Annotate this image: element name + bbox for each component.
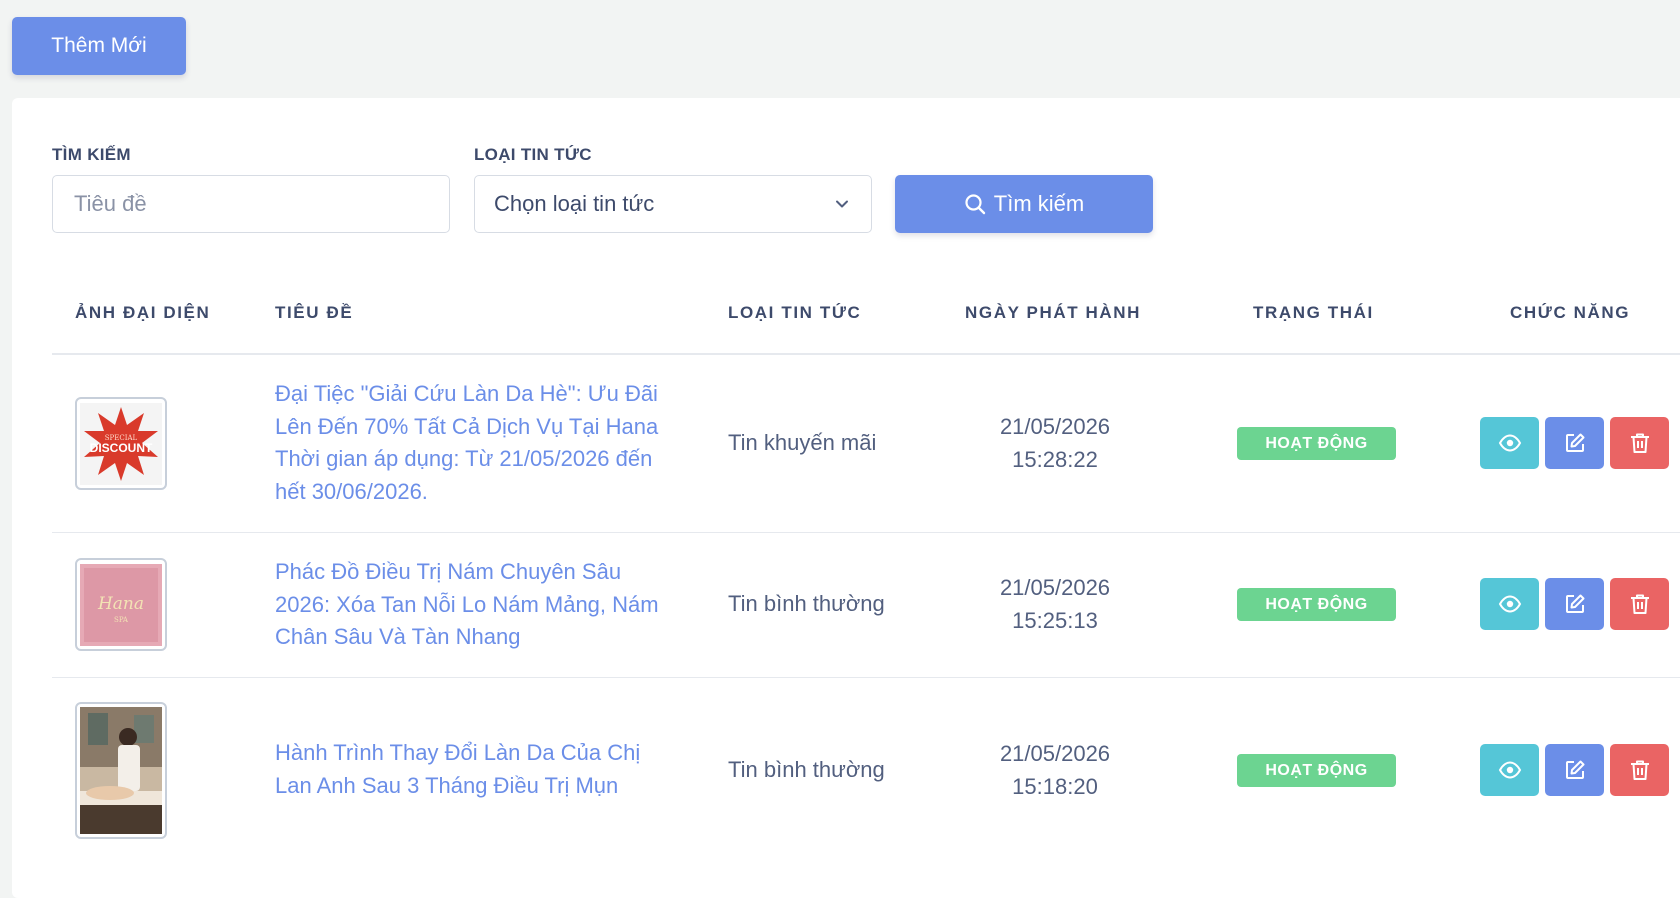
- news-thumbnail[interactable]: [75, 702, 167, 839]
- publish-datetime: 21/05/2026 15:28:22: [960, 411, 1150, 476]
- eye-icon: [1498, 434, 1521, 452]
- view-button[interactable]: [1480, 417, 1539, 469]
- news-thumbnail[interactable]: Hana SPA: [75, 558, 167, 651]
- thumb-text: SPA: [114, 616, 129, 624]
- status-badge: HOẠT ĐỘNG: [1237, 588, 1396, 621]
- search-button[interactable]: Tìm kiếm: [895, 175, 1153, 233]
- table-header-divider: [52, 353, 1680, 355]
- chevron-down-icon: [835, 197, 849, 211]
- news-category: Tin bình thường: [728, 757, 885, 782]
- thumb-text: Hana: [97, 594, 144, 614]
- spa-treatment-photo: [80, 707, 162, 834]
- publish-datetime: 21/05/2026 15:18:20: [960, 738, 1150, 803]
- delete-button[interactable]: [1610, 578, 1669, 630]
- delete-button[interactable]: [1610, 417, 1669, 469]
- hana-spa-image: Hana SPA: [80, 563, 162, 646]
- publish-time: 15:25:13: [1012, 607, 1098, 633]
- eye-icon: [1498, 595, 1521, 613]
- publish-datetime: 21/05/2026 15:25:13: [960, 572, 1150, 637]
- column-header-date: NGÀY PHÁT HÀNH: [965, 303, 1142, 322]
- status-badge: HOẠT ĐỘNG: [1237, 754, 1396, 787]
- edit-button[interactable]: [1545, 578, 1604, 630]
- category-select-value: Chọn loại tin tức: [494, 191, 655, 216]
- news-title-link[interactable]: Hành Trình Thay Đổi Làn Da Của Chị Lan A…: [275, 737, 675, 802]
- edit-icon: [1565, 594, 1584, 613]
- edit-icon: [1565, 433, 1584, 452]
- column-header-title: TIÊU ĐỀ: [275, 303, 354, 322]
- news-category: Tin bình thường: [728, 591, 885, 616]
- column-header-category: LOẠI TIN TỨC: [728, 303, 862, 322]
- row-divider: [52, 677, 1680, 678]
- news-title-link[interactable]: Đại Tiệc "Giải Cứu Làn Da Hè": Ưu Đãi Lê…: [275, 378, 675, 508]
- search-button-label: Tìm kiếm: [993, 191, 1085, 216]
- publish-date: 21/05/2026: [999, 741, 1111, 766]
- publish-date: 21/05/2026: [999, 414, 1111, 439]
- category-label: LOẠI TIN TỨC: [474, 145, 592, 164]
- add-new-button[interactable]: Thêm Mới: [12, 17, 186, 75]
- eye-icon: [1498, 761, 1521, 779]
- trash-icon: [1630, 760, 1649, 780]
- news-title-link[interactable]: Phác Đồ Điều Trị Nám Chuyên Sâu 2026: Xó…: [275, 556, 675, 654]
- view-button[interactable]: [1480, 744, 1539, 796]
- column-header-actions: CHỨC NĂNG: [1510, 303, 1631, 322]
- search-input[interactable]: [72, 190, 449, 218]
- publish-time: 15:18:20: [1012, 773, 1098, 799]
- edit-icon: [1565, 760, 1584, 779]
- column-header-thumbnail: ẢNH ĐẠI DIỆN: [75, 303, 211, 322]
- search-icon: [964, 193, 986, 215]
- search-label: TÌM KIẾM: [52, 145, 131, 164]
- column-header-status: TRẠNG THÁI: [1253, 303, 1374, 322]
- delete-button[interactable]: [1610, 744, 1669, 796]
- status-badge: HOẠT ĐỘNG: [1237, 427, 1396, 460]
- category-select[interactable]: Chọn loại tin tức: [474, 175, 872, 233]
- row-divider: [52, 532, 1680, 533]
- publish-date: 21/05/2026: [999, 575, 1111, 600]
- news-category: Tin khuyến mãi: [728, 430, 877, 455]
- edit-button[interactable]: [1545, 417, 1604, 469]
- publish-time: 15:28:22: [1012, 446, 1098, 472]
- news-thumbnail[interactable]: SPECIAL DISCOUNT: [75, 397, 167, 490]
- discount-badge-image: SPECIAL DISCOUNT: [80, 402, 162, 485]
- trash-icon: [1630, 594, 1649, 614]
- edit-button[interactable]: [1545, 744, 1604, 796]
- trash-icon: [1630, 433, 1649, 453]
- view-button[interactable]: [1480, 578, 1539, 630]
- search-field[interactable]: [52, 175, 450, 233]
- thumb-text: DISCOUNT: [90, 441, 153, 455]
